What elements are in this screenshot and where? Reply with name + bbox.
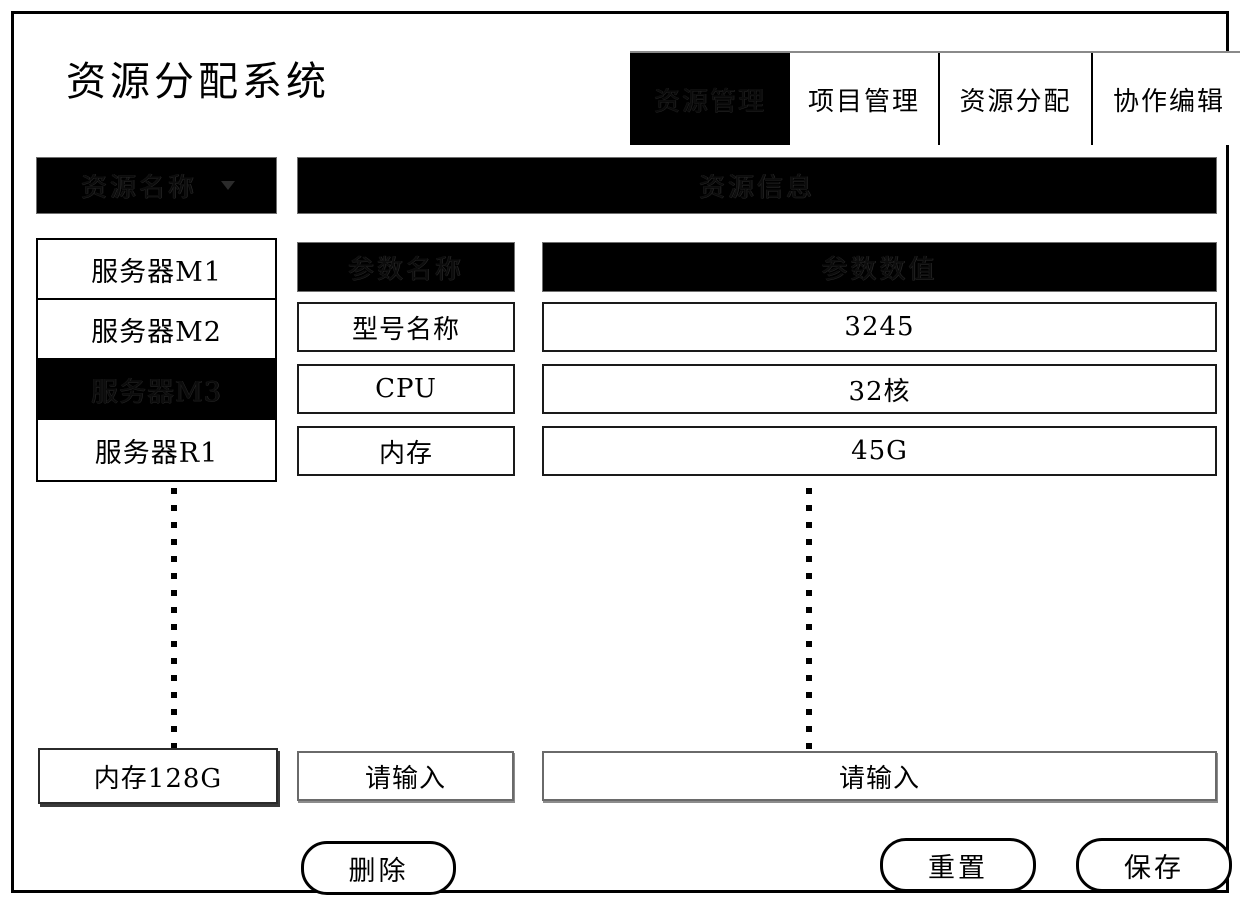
list-item[interactable]: 服务器M1 — [38, 240, 275, 300]
tab-collaborative-editing[interactable]: 协作编辑 — [1093, 53, 1240, 145]
page-title: 资源分配系统 — [66, 59, 330, 105]
table-cell-parameter-value[interactable]: 3245 — [542, 302, 1217, 352]
table-row: 型号名称 3245 — [297, 302, 1217, 352]
column-header-parameter-value: 参数数值 — [542, 242, 1217, 292]
tab-resource-allocation[interactable]: 资源分配 — [940, 53, 1093, 145]
table-cell-parameter-name[interactable]: CPU — [297, 364, 515, 414]
delete-button[interactable]: 删除 — [301, 841, 456, 895]
column-header-parameter-name: 参数名称 — [297, 242, 515, 292]
new-parameter-value-input[interactable]: 请输入 — [542, 751, 1217, 801]
table-ellipsis-dots — [806, 488, 812, 794]
chevron-down-icon — [221, 181, 236, 190]
parameter-table: 型号名称 3245 CPU 32核 内存 45G — [297, 302, 1217, 488]
resource-name-dropdown-label: 资源名称 — [81, 173, 198, 203]
app-screenshot: 资源分配系统 资源管理 项目管理 资源分配 协作编辑 资源名称 资源信息 服务器… — [0, 0, 1240, 904]
list-item[interactable]: 服务器M2 — [38, 300, 275, 360]
table-row: 内存 45G — [297, 426, 1217, 476]
table-cell-parameter-name[interactable]: 型号名称 — [297, 302, 515, 352]
window-frame: 资源分配系统 资源管理 项目管理 资源分配 协作编辑 资源名称 资源信息 服务器… — [11, 11, 1240, 895]
resource-info-panel-header: 资源信息 — [297, 157, 1217, 214]
table-cell-parameter-value[interactable]: 45G — [542, 426, 1217, 476]
list-item[interactable]: 服务器R1 — [38, 420, 275, 480]
table-cell-parameter-name[interactable]: 内存 — [297, 426, 515, 476]
memory-total-field[interactable]: 内存128G — [38, 748, 278, 804]
table-cell-parameter-value[interactable]: 32核 — [542, 364, 1217, 414]
reset-button[interactable]: 重置 — [880, 838, 1036, 892]
resource-list: 服务器M1 服务器M2 服务器M3 服务器R1 — [36, 238, 277, 482]
save-button[interactable]: 保存 — [1076, 838, 1232, 892]
list-item[interactable]: 服务器M3 — [38, 360, 275, 420]
tab-project-management[interactable]: 项目管理 — [790, 53, 940, 145]
resource-name-dropdown[interactable]: 资源名称 — [36, 157, 277, 214]
main-navigation-tabs: 资源管理 项目管理 资源分配 协作编辑 — [630, 51, 1240, 145]
table-row: CPU 32核 — [297, 364, 1217, 414]
tab-resource-management[interactable]: 资源管理 — [630, 53, 790, 145]
new-parameter-name-input[interactable]: 请输入 — [297, 751, 514, 801]
